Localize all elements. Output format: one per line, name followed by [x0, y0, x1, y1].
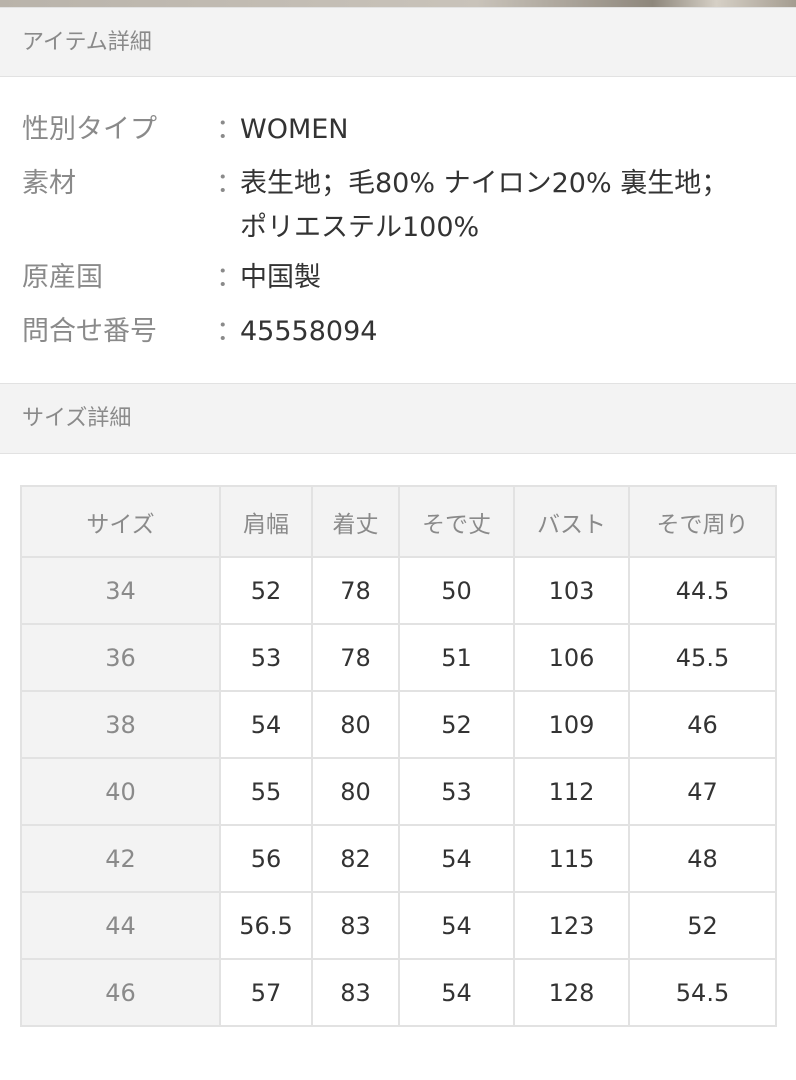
length-cell: 78	[311, 556, 400, 625]
size-cell: 46	[20, 958, 221, 1027]
size-cell: 34	[20, 556, 221, 625]
detail-value-inquiry-number: 45558094	[240, 316, 378, 347]
shoulder-cell: 56.5	[219, 891, 313, 960]
detail-colon: ：	[216, 168, 243, 199]
col-header-shoulder: 肩幅	[219, 485, 313, 558]
col-header-size: サイズ	[20, 485, 221, 558]
size-cell: 38	[20, 690, 221, 759]
item-details-title: アイテム詳細	[22, 30, 152, 55]
bust-cell: 112	[513, 757, 630, 826]
detail-label-material: 素材	[22, 168, 76, 199]
shoulder-cell: 55	[219, 757, 313, 826]
sleeve-length-cell: 50	[398, 556, 515, 625]
shoulder-cell: 53	[219, 623, 313, 692]
size-table-header-row: サイズ 肩幅 着丈 そで丈 バスト そで周り	[20, 485, 777, 558]
sleeve-circumference-cell: 46	[628, 690, 777, 759]
sleeve-circumference-cell: 47	[628, 757, 777, 826]
shoulder-cell: 52	[219, 556, 313, 625]
sleeve-circumference-cell: 48	[628, 824, 777, 893]
table-row: 44 56.5 83 54 123 52	[20, 891, 777, 960]
detail-label-inquiry-number: 問合せ番号	[22, 316, 157, 347]
bust-cell: 123	[513, 891, 630, 960]
length-cell: 80	[311, 690, 400, 759]
size-details-title: サイズ詳細	[22, 406, 132, 431]
sleeve-length-cell: 54	[398, 824, 515, 893]
table-row: 40 55 80 53 112 47	[20, 757, 777, 826]
detail-value-material: 表生地；毛80% ナイロン20% 裏生地； ポリエステル100%	[240, 168, 729, 243]
shoulder-cell: 54	[219, 690, 313, 759]
sleeve-length-cell: 54	[398, 891, 515, 960]
length-cell: 83	[311, 891, 400, 960]
size-cell: 36	[20, 623, 221, 692]
table-row: 34 52 78 50 103 44.5	[20, 556, 777, 625]
shoulder-cell: 57	[219, 958, 313, 1027]
sleeve-length-cell: 51	[398, 623, 515, 692]
table-row: 38 54 80 52 109 46	[20, 690, 777, 759]
size-cell: 44	[20, 891, 221, 960]
col-header-sleeve-circumference: そで周り	[628, 485, 777, 558]
detail-colon: ：	[216, 114, 243, 145]
product-photo-edge	[0, 0, 796, 7]
detail-colon: ：	[216, 262, 243, 293]
item-details-header: アイテム詳細	[0, 7, 796, 77]
table-row: 42 56 82 54 115 48	[20, 824, 777, 893]
length-cell: 80	[311, 757, 400, 826]
sleeve-circumference-cell: 45.5	[628, 623, 777, 692]
detail-label-origin: 原産国	[22, 262, 103, 293]
sleeve-length-cell: 53	[398, 757, 515, 826]
col-header-length: 着丈	[311, 485, 400, 558]
bust-cell: 109	[513, 690, 630, 759]
detail-label-gender: 性別タイプ	[22, 114, 157, 145]
length-cell: 83	[311, 958, 400, 1027]
length-cell: 78	[311, 623, 400, 692]
bust-cell: 115	[513, 824, 630, 893]
sleeve-length-cell: 52	[398, 690, 515, 759]
col-header-sleeve-length: そで丈	[398, 485, 515, 558]
detail-colon: ：	[216, 316, 243, 347]
size-table: サイズ 肩幅 着丈 そで丈 バスト そで周り 34 52 78 50 103 4…	[20, 485, 777, 1027]
detail-value-origin: 中国製	[240, 262, 321, 293]
sleeve-circumference-cell: 54.5	[628, 958, 777, 1027]
detail-value-gender: WOMEN	[240, 114, 349, 145]
size-cell: 40	[20, 757, 221, 826]
sleeve-circumference-cell: 52	[628, 891, 777, 960]
sleeve-circumference-cell: 44.5	[628, 556, 777, 625]
col-header-bust: バスト	[513, 485, 630, 558]
bust-cell: 106	[513, 623, 630, 692]
size-details-header: サイズ詳細	[0, 383, 796, 454]
sleeve-length-cell: 54	[398, 958, 515, 1027]
bust-cell: 128	[513, 958, 630, 1027]
table-row: 46 57 83 54 128 54.5	[20, 958, 777, 1027]
shoulder-cell: 56	[219, 824, 313, 893]
size-cell: 42	[20, 824, 221, 893]
bust-cell: 103	[513, 556, 630, 625]
table-row: 36 53 78 51 106 45.5	[20, 623, 777, 692]
length-cell: 82	[311, 824, 400, 893]
